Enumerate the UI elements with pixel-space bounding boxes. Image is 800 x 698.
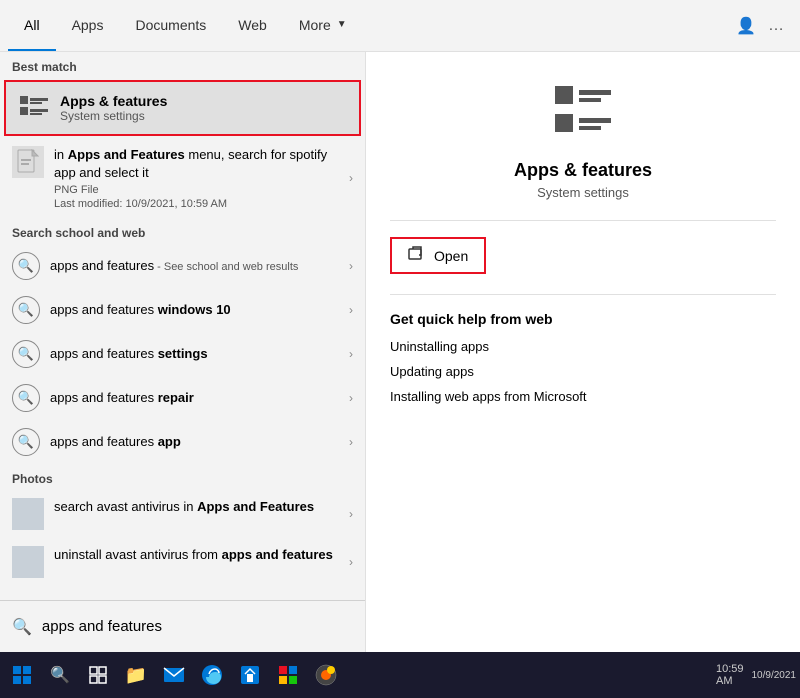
chevron-right-icon-5: › [349, 435, 353, 449]
tab-web[interactable]: Web [222, 0, 283, 51]
file-explorer-button[interactable]: 📁 [118, 657, 154, 693]
chevron-right-icon-4: › [349, 391, 353, 405]
divider-2 [390, 294, 776, 295]
task-view-button[interactable] [80, 657, 116, 693]
nav-action-icons: 👤 … [736, 16, 792, 36]
school-result-sub-1: - See school and web results [154, 261, 298, 273]
best-match-item[interactable]: Apps & features System settings [4, 80, 361, 136]
file-title: in Apps and Features menu, search for sp… [54, 146, 343, 182]
tab-more[interactable]: More ▼ [283, 0, 363, 51]
search-icon-3: 🔍 [12, 340, 40, 368]
open-button[interactable]: Open [390, 237, 486, 274]
tab-all[interactable]: All [8, 0, 56, 51]
ellipsis-icon[interactable]: … [768, 17, 784, 35]
chevron-right-icon-2: › [349, 303, 353, 317]
clock-date: 10/9/2021 [752, 670, 797, 681]
chevron-right-icon-1: › [349, 259, 353, 273]
school-result-4[interactable]: 🔍 apps and features repair › [0, 376, 365, 420]
photo-result-text-2: uninstall avast antivirus from apps and … [54, 546, 343, 564]
chevron-right-icon-photo-2: › [349, 555, 353, 569]
search-icon-5: 🔍 [12, 428, 40, 456]
app-icon-svg [547, 76, 619, 148]
tab-documents[interactable]: Documents [119, 0, 222, 51]
photos-section-label: Photos [0, 464, 365, 490]
best-match-text: Apps & features System settings [60, 93, 347, 123]
school-result-1[interactable]: 🔍 apps and features - See school and web… [0, 244, 365, 288]
chevron-right-icon-3: › [349, 347, 353, 361]
school-result-text-3: apps and features settings [50, 345, 343, 363]
app-icon-container [390, 76, 776, 148]
photo-result-2[interactable]: uninstall avast antivirus from apps and … [0, 538, 365, 586]
school-result-3[interactable]: 🔍 apps and features settings › [0, 332, 365, 376]
file-icon [12, 146, 44, 178]
open-button-label: Open [434, 248, 468, 264]
school-result-text-5: apps and features app [50, 433, 343, 451]
main-content: Best match Apps & features System settin… [0, 52, 800, 652]
search-bar: 🔍 [0, 600, 365, 652]
quick-help-link-3[interactable]: Installing web apps from Microsoft [390, 389, 776, 404]
edge-button[interactable] [194, 657, 230, 693]
color-grid-button[interactable] [270, 657, 306, 693]
right-panel: Apps & features System settings Open Get… [365, 52, 800, 652]
search-icon-2: 🔍 [12, 296, 40, 324]
search-taskbar-button[interactable]: 🔍 [42, 657, 78, 693]
chevron-right-icon: › [349, 171, 353, 185]
search-input[interactable] [42, 618, 353, 635]
photo-thumbnail-1 [12, 498, 44, 530]
photo-result-text-1: search avast antivirus in Apps and Featu… [54, 498, 343, 516]
quick-help-title: Get quick help from web [390, 311, 776, 327]
mail-button[interactable] [156, 657, 192, 693]
quick-help-link-1[interactable]: Uninstalling apps [390, 339, 776, 354]
school-result-5[interactable]: 🔍 apps and features app › [0, 420, 365, 464]
best-match-title: Apps & features [60, 93, 347, 109]
search-icon-4: 🔍 [12, 384, 40, 412]
top-navigation: All Apps Documents Web More ▼ 👤 … [0, 0, 800, 52]
school-result-text-4: apps and features repair [50, 389, 343, 407]
search-icon: 🔍 [12, 252, 40, 280]
school-result-2[interactable]: 🔍 apps and features windows 10 › [0, 288, 365, 332]
taskbar: 🔍 📁 [0, 652, 800, 698]
school-result-text-1: apps and features - See school and web r… [50, 257, 343, 275]
photo-thumbnail-2 [12, 546, 44, 578]
file-result-text: in Apps and Features menu, search for sp… [54, 146, 343, 210]
tab-apps[interactable]: Apps [56, 0, 120, 51]
file-title-bold: Apps and Features [68, 147, 185, 162]
divider-1 [390, 220, 776, 221]
chevron-down-icon: ▼ [337, 19, 347, 30]
open-icon [408, 245, 426, 266]
best-match-subtitle: System settings [60, 109, 347, 123]
right-app-title: Apps & features [390, 160, 776, 181]
file-result-item[interactable]: in Apps and Features menu, search for sp… [0, 138, 365, 218]
file-type: PNG File [54, 184, 343, 196]
store-button[interactable] [232, 657, 268, 693]
settings-globe-button[interactable] [308, 657, 344, 693]
best-match-label: Best match [0, 52, 365, 78]
right-app-subtitle: System settings [390, 185, 776, 200]
file-modified: Last modified: 10/9/2021, 10:59 AM [54, 198, 343, 210]
clock-time: 10:59 AM [716, 663, 746, 687]
school-result-text-2: apps and features windows 10 [50, 301, 343, 319]
open-button-container: Open [390, 237, 776, 274]
system-tray[interactable]: 10:59 AM 10/9/2021 [716, 657, 796, 693]
search-bar-icon: 🔍 [12, 617, 32, 637]
person-icon[interactable]: 👤 [736, 16, 756, 36]
left-panel: Best match Apps & features System settin… [0, 52, 365, 652]
apps-features-icon [18, 92, 50, 124]
chevron-right-icon-photo-1: › [349, 507, 353, 521]
quick-help-link-2[interactable]: Updating apps [390, 364, 776, 379]
photo-result-1[interactable]: search avast antivirus in Apps and Featu… [0, 490, 365, 538]
school-section-label: Search school and web [0, 218, 365, 244]
start-button[interactable] [4, 657, 40, 693]
